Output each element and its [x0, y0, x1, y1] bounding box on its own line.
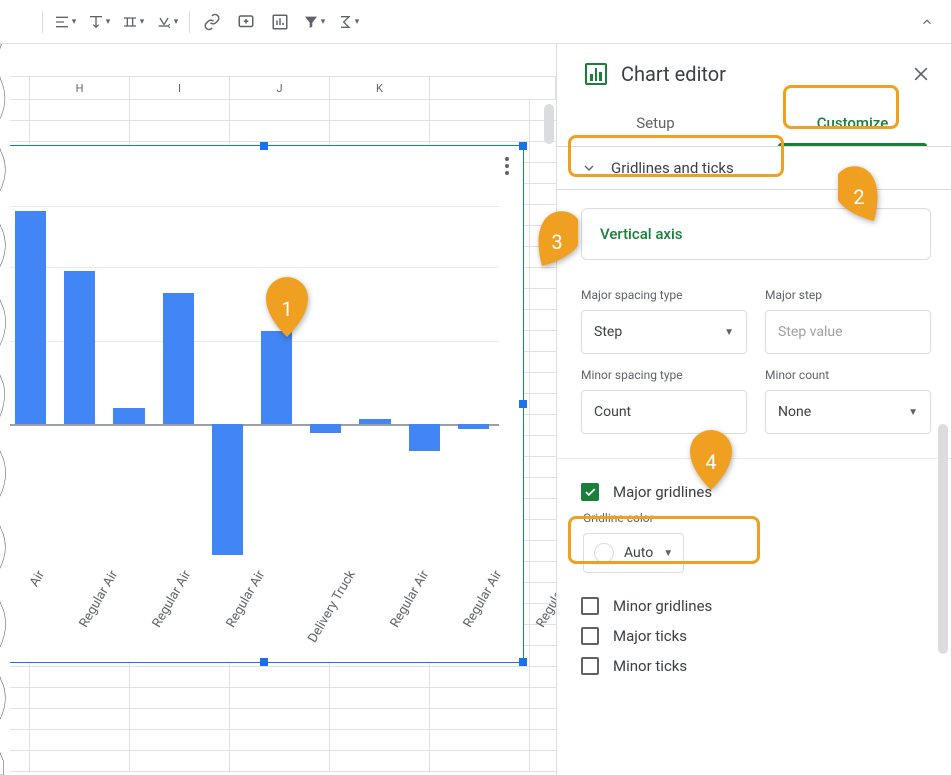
editor-tabs: Setup Customize [557, 100, 951, 147]
column-header[interactable]: K [330, 77, 430, 99]
major-ticks-row[interactable]: Major ticks [581, 621, 931, 651]
insert-chart-button[interactable] [264, 7, 296, 37]
major-ticks-checkbox[interactable] [581, 627, 599, 645]
column-headers: H I J K [10, 76, 556, 100]
formatting-toolbar [0, 0, 951, 44]
chart-icon [585, 63, 607, 85]
chart-bar [359, 419, 390, 424]
minor-count-select[interactable]: None▼ [765, 390, 931, 434]
chart-bar [64, 271, 95, 424]
chevron-down-icon [581, 160, 597, 176]
tab-setup[interactable]: Setup [557, 100, 754, 146]
minor-spacing-type-label: Minor spacing type [581, 368, 747, 382]
minor-gridlines-label: Minor gridlines [613, 597, 712, 615]
panel-title: Chart editor [621, 62, 897, 86]
vertical-align-button[interactable] [83, 7, 115, 37]
chart-bar [458, 424, 489, 429]
column-header[interactable]: I [130, 77, 230, 99]
major-step-label: Major step [765, 288, 931, 302]
chart-plot-area [5, 206, 499, 552]
tab-customize[interactable]: Customize [754, 100, 951, 146]
major-gridlines-row[interactable]: Major gridlines [581, 477, 931, 507]
chart-bar [310, 424, 341, 433]
vertical-scrollbar[interactable] [544, 104, 554, 144]
panel-scrollbar[interactable] [938, 424, 948, 654]
minor-spacing-type-select[interactable]: Count [581, 390, 747, 434]
section-label: Gridlines and ticks [611, 159, 734, 177]
major-spacing-type-label: Major spacing type [581, 288, 747, 302]
spreadsheet-area[interactable]: H I J K AirRegular AirRegular [0, 44, 556, 775]
insert-comment-button[interactable] [230, 7, 262, 37]
minor-gridlines-row[interactable]: Minor gridlines [581, 591, 931, 621]
column-header[interactable]: H [30, 77, 130, 99]
major-ticks-label: Major ticks [613, 627, 687, 645]
close-button[interactable] [911, 64, 931, 84]
insert-link-button[interactable] [196, 7, 228, 37]
color-swatch-icon [594, 543, 614, 563]
chart-bar [163, 293, 194, 424]
column-header[interactable] [430, 77, 556, 99]
chart-menu-button[interactable] [499, 154, 515, 178]
minor-ticks-label: Minor ticks [613, 657, 687, 675]
chart-bar [15, 211, 46, 424]
axis-selector-label: Vertical axis [600, 225, 683, 243]
major-gridlines-label: Major gridlines [613, 483, 712, 501]
gridline-color-select[interactable]: Auto ▼ [583, 533, 684, 573]
minor-gridlines-checkbox[interactable] [581, 597, 599, 615]
major-spacing-type-select[interactable]: Step▼ [581, 310, 747, 354]
horizontal-align-button[interactable] [49, 7, 81, 37]
minor-ticks-row[interactable]: Minor ticks [581, 651, 931, 681]
torn-edge-decoration [0, 44, 10, 775]
text-wrap-button[interactable] [117, 7, 149, 37]
embedded-chart[interactable]: AirRegular AirRegular AirRegular AirDeli… [4, 145, 524, 663]
axis-selector[interactable]: Vertical axis [581, 208, 931, 260]
x-axis-labels: AirRegular AirRegular AirRegular AirDeli… [5, 554, 499, 654]
functions-button[interactable] [332, 7, 364, 37]
chart-bar [212, 424, 243, 555]
collapse-toolbar-button[interactable] [911, 7, 943, 37]
text-rotation-button[interactable] [151, 7, 183, 37]
chart-bar [113, 408, 144, 424]
major-step-input[interactable]: Step value [765, 310, 931, 354]
gridline-color-label: Gridline color [583, 511, 931, 525]
section-gridlines-and-ticks[interactable]: Gridlines and ticks [557, 147, 951, 190]
filter-button[interactable] [298, 7, 330, 37]
minor-ticks-checkbox[interactable] [581, 657, 599, 675]
major-gridlines-checkbox[interactable] [581, 483, 599, 501]
column-header[interactable]: J [230, 77, 330, 99]
chart-editor-panel: Chart editor Setup Customize Gridlines a… [556, 44, 951, 775]
chart-bar [409, 424, 440, 451]
chart-bar [261, 331, 292, 424]
minor-count-label: Minor count [765, 368, 931, 382]
